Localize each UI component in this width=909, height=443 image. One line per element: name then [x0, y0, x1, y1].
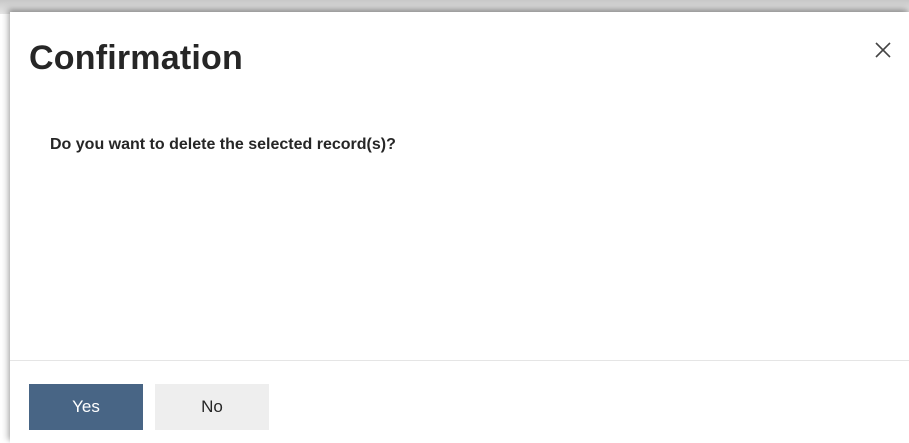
no-button[interactable]: No	[155, 384, 269, 430]
yes-button[interactable]: Yes	[29, 384, 143, 430]
dialog-message: Do you want to delete the selected recor…	[50, 136, 396, 153]
confirmation-dialog: Confirmation Do you want to delete the s…	[10, 12, 909, 443]
window-backdrop: Confirmation Do you want to delete the s…	[0, 0, 909, 443]
footer-divider	[10, 360, 909, 361]
close-icon	[871, 38, 895, 62]
close-button[interactable]	[871, 38, 895, 62]
dialog-title: Confirmation	[29, 39, 243, 77]
